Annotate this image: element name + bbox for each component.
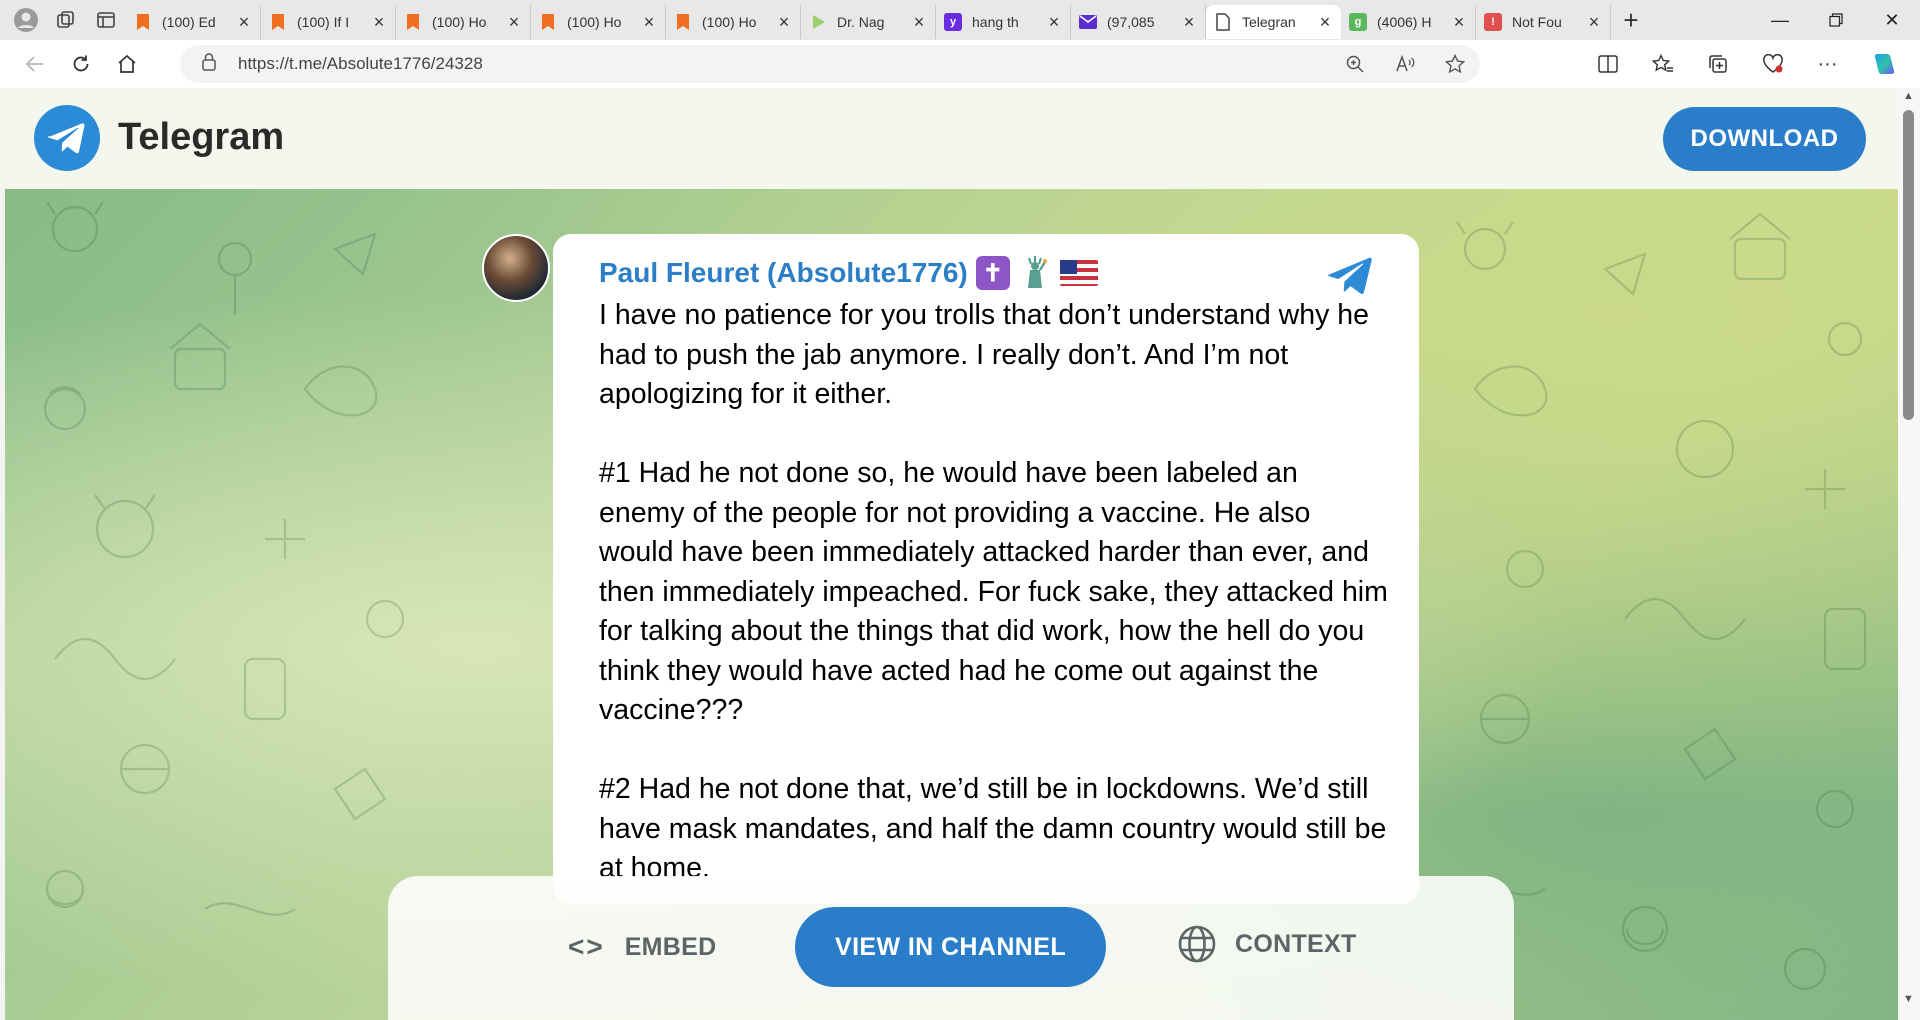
close-icon[interactable]: × [1451, 12, 1467, 33]
copilot-icon[interactable] [1855, 44, 1910, 84]
page-scrollbar[interactable]: ▲ ▼ [1898, 88, 1920, 1020]
close-window-icon[interactable]: ✕ [1864, 0, 1920, 40]
embed-button[interactable]: <> EMBED [568, 931, 717, 963]
close-icon[interactable]: × [1317, 12, 1333, 33]
code-brackets-icon: <> [568, 931, 605, 962]
favorite-star-icon[interactable] [1430, 45, 1480, 83]
scroll-up-icon[interactable]: ▲ [1903, 90, 1914, 102]
post-paragraph: #2 Had he not done that, we’d still be i… [599, 773, 1387, 884]
bookmark-icon [134, 13, 152, 31]
play-icon [809, 13, 827, 31]
home-icon[interactable] [104, 44, 150, 84]
tab-actions-icon[interactable] [86, 0, 126, 40]
context-label: CONTEXT [1235, 929, 1357, 958]
close-icon[interactable]: × [911, 12, 927, 33]
favorites-icon[interactable] [1635, 44, 1690, 84]
channel-avatar[interactable] [482, 234, 550, 302]
workspaces-icon[interactable] [46, 0, 86, 40]
tab-title: Not Fou [1512, 14, 1562, 30]
post-paragraph: I have no patience for you trolls that d… [599, 299, 1369, 410]
close-icon[interactable]: × [506, 12, 522, 33]
browser-tab[interactable]: ! Not Fou × [1476, 5, 1611, 39]
browser-tab[interactable]: Dr. Nag × [801, 5, 936, 39]
g-icon: g [1349, 13, 1367, 31]
context-button[interactable]: CONTEXT [1177, 924, 1357, 964]
browser-tab[interactable]: (100) Ho × [531, 5, 666, 39]
browser-tab[interactable]: g (4006) H × [1341, 5, 1476, 39]
browser-tab[interactable]: (100) Ho × [396, 5, 531, 39]
close-icon[interactable]: × [641, 12, 657, 33]
telegram-page: Telegram DOWNLOAD Paul Fleuret (Absolute… [0, 88, 1920, 1020]
post-author-name[interactable]: Paul Fleuret (Absolute1776) [599, 257, 968, 289]
close-icon[interactable]: × [776, 12, 792, 33]
error-icon: ! [1484, 13, 1502, 31]
post-text: I have no patience for you trolls that d… [599, 296, 1389, 904]
post-paragraph: #1 Had he not done so, he would have bee… [599, 457, 1388, 726]
close-icon[interactable]: × [1586, 12, 1602, 33]
back-arrow-icon[interactable] [12, 44, 58, 84]
globe-icon [1178, 925, 1216, 963]
browser-tab-active[interactable]: Telegran × [1206, 5, 1341, 39]
browser-tab[interactable]: (100) Ed × [126, 5, 261, 39]
close-icon[interactable]: × [371, 12, 387, 33]
telegram-brand[interactable]: Telegram [118, 116, 284, 159]
tab-strip: (100) Ed × (100) If I × (100) Ho × (100)… [126, 0, 1651, 40]
bookmark-icon [674, 13, 692, 31]
scroll-thumb[interactable] [1903, 110, 1914, 420]
cross-emoji-icon: ✝ [975, 256, 1010, 290]
scroll-down-icon[interactable]: ▼ [1903, 993, 1914, 1005]
tab-title: (100) Ho [567, 14, 622, 30]
post-card: Paul Fleuret (Absolute1776) ✝ I have no … [553, 234, 1419, 904]
bookmark-icon [269, 13, 287, 31]
minimize-icon[interactable]: — [1752, 0, 1808, 40]
tab-title: (100) If I [297, 14, 350, 30]
page-icon [1214, 13, 1232, 31]
split-screen-icon[interactable] [1580, 44, 1635, 84]
us-flag-icon [1059, 260, 1098, 286]
read-aloud-icon[interactable] [1380, 45, 1430, 83]
close-icon[interactable]: × [236, 12, 252, 33]
embed-label: EMBED [624, 932, 717, 961]
browser-tab[interactable]: (97,085 × [1071, 5, 1206, 39]
close-icon[interactable]: × [1181, 12, 1197, 33]
telegram-plane-icon[interactable] [1325, 256, 1373, 301]
tab-title: (97,085 [1107, 14, 1155, 30]
post-author[interactable]: Paul Fleuret (Absolute1776) ✝ [599, 256, 1098, 290]
browser-tab[interactable]: (100) If I × [261, 5, 396, 39]
tab-title: Telegran [1242, 14, 1296, 30]
tab-title: (100) Ho [702, 14, 757, 30]
download-button[interactable]: DOWNLOAD [1663, 107, 1866, 171]
bookmark-icon [539, 13, 557, 31]
browser-tab[interactable]: y hang th × [936, 5, 1071, 39]
address-bar: https://t.me/Absolute1776/24328 ··· [0, 40, 1920, 88]
close-icon[interactable]: × [1046, 12, 1062, 33]
telegram-logo-icon[interactable] [34, 105, 100, 171]
url-text[interactable]: https://t.me/Absolute1776/24328 [238, 54, 483, 74]
browser-tab[interactable]: (100) Ho × [666, 5, 801, 39]
bookmark-icon [404, 13, 422, 31]
zoom-icon[interactable] [1330, 45, 1380, 83]
more-options-icon[interactable]: ··· [1800, 44, 1855, 84]
tab-title: (100) Ed [162, 14, 216, 30]
window-controls: — ✕ [1752, 0, 1920, 40]
mail-icon [1079, 13, 1097, 31]
tab-bar: (100) Ed × (100) If I × (100) Ho × (100)… [0, 0, 1920, 40]
tab-title: (100) Ho [432, 14, 487, 30]
restore-icon[interactable] [1808, 0, 1864, 40]
statue-of-liberty-icon [1018, 256, 1052, 290]
collections-icon[interactable] [1690, 44, 1745, 84]
new-tab-button[interactable]: + [1611, 0, 1651, 40]
browser-essentials-icon[interactable] [1745, 44, 1800, 84]
profile-icon[interactable] [6, 0, 46, 40]
refresh-icon[interactable] [58, 44, 104, 84]
yahoo-icon: y [944, 13, 962, 31]
view-in-channel-button[interactable]: VIEW IN CHANNEL [795, 907, 1106, 987]
lock-icon[interactable] [202, 53, 222, 75]
tab-title: Dr. Nag [837, 14, 885, 30]
browser-toolbar: ··· [1580, 44, 1910, 84]
tab-title: (4006) H [1377, 14, 1432, 30]
telegram-header: Telegram DOWNLOAD [0, 88, 1898, 189]
tab-title: hang th [972, 14, 1019, 30]
url-bar[interactable]: https://t.me/Absolute1776/24328 [180, 45, 1480, 83]
